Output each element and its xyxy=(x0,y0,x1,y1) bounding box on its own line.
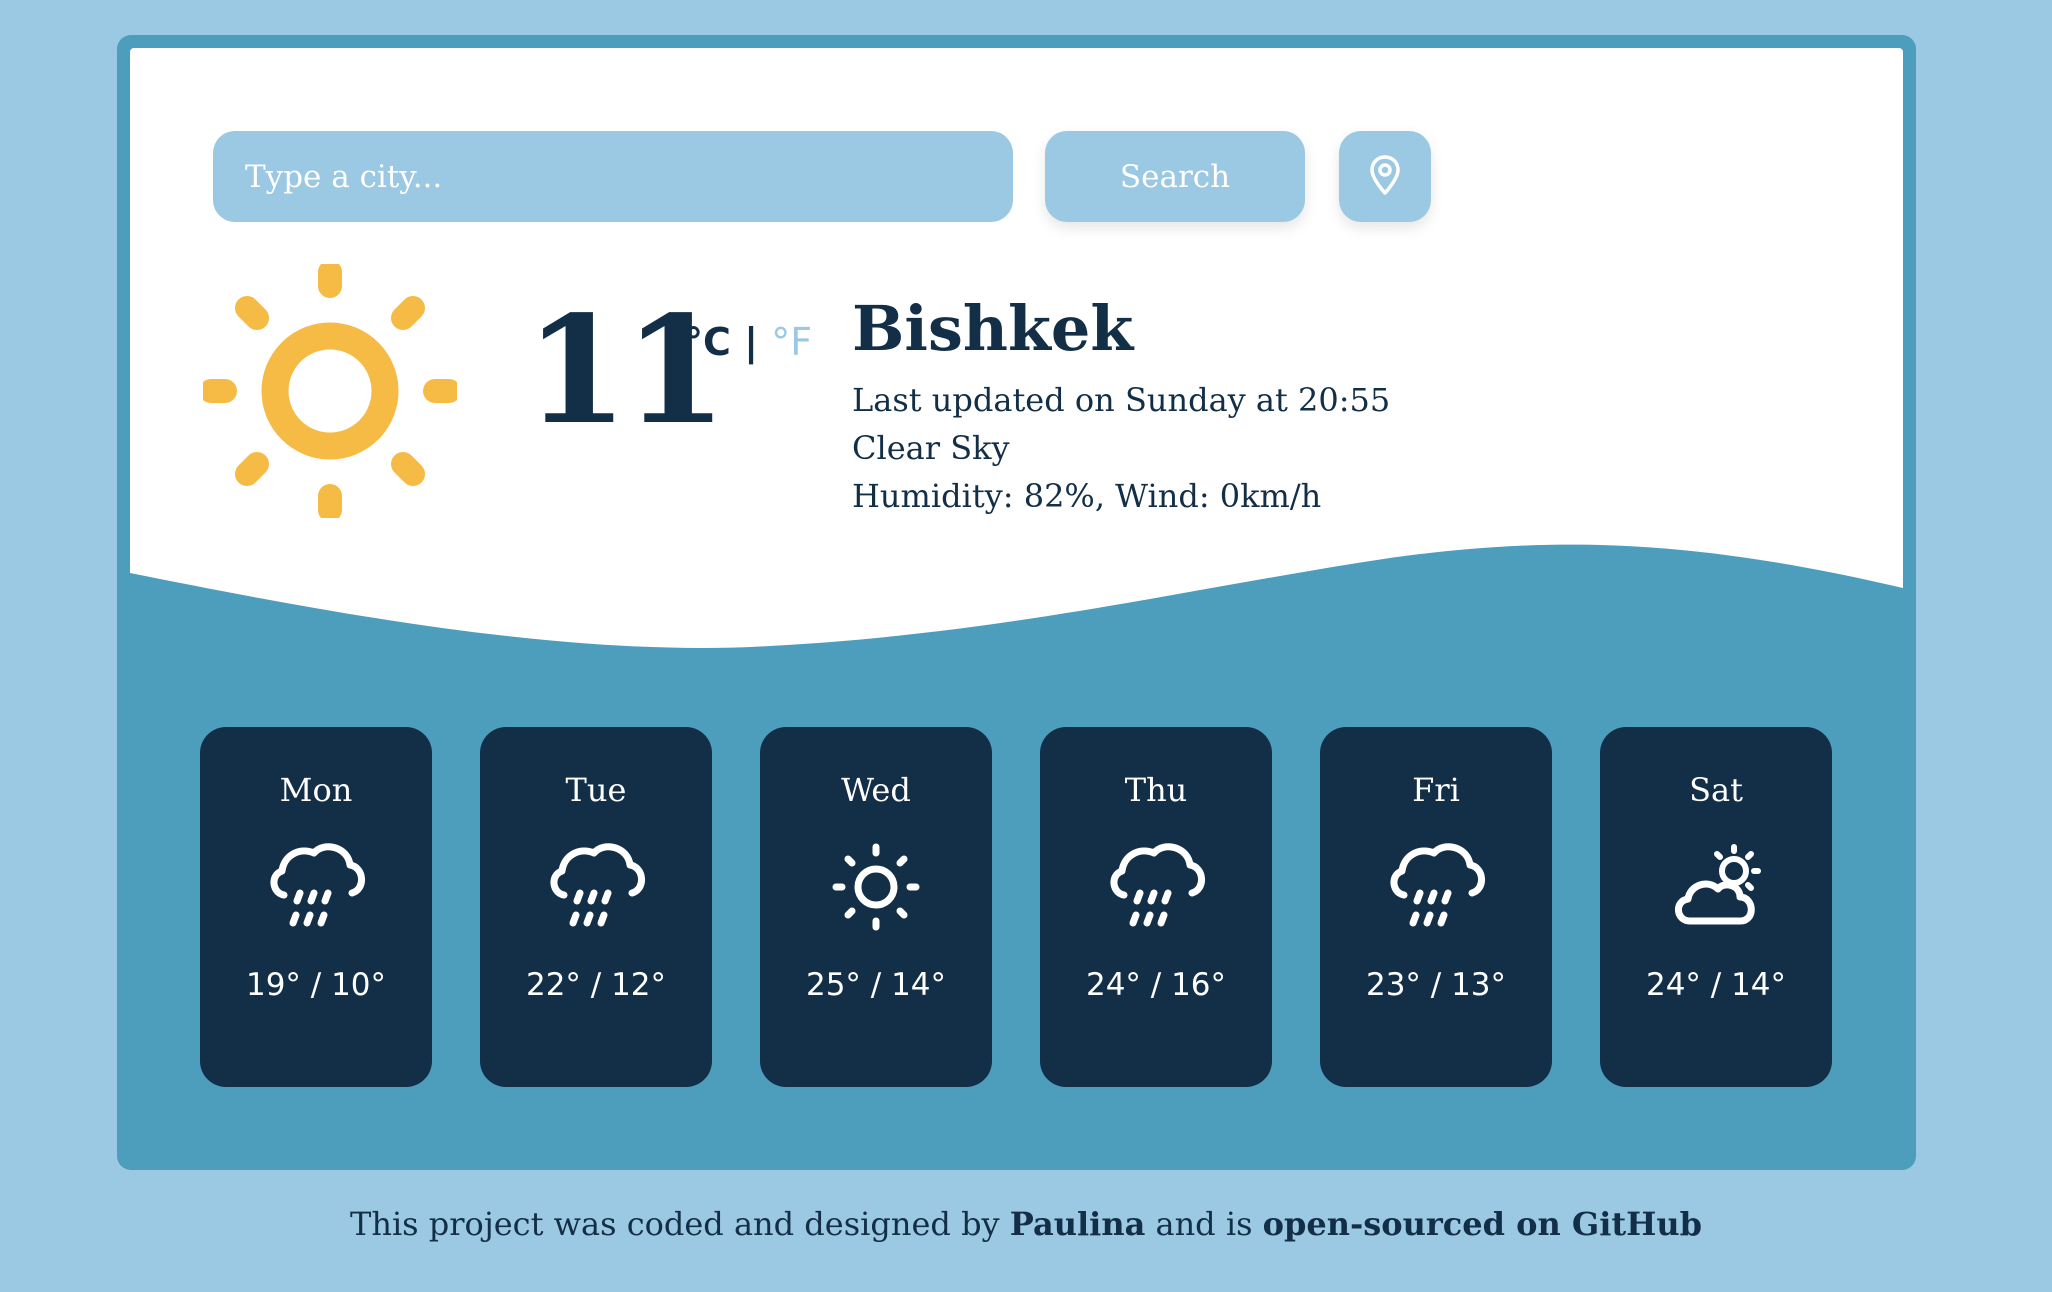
search-input[interactable] xyxy=(213,131,1013,222)
forecast-day-name: Sat xyxy=(1689,771,1743,809)
rain-icon xyxy=(1104,835,1208,939)
forecast-temps: 22° / 12° xyxy=(525,967,667,1003)
forecast-temps: 24° / 16° xyxy=(1085,967,1227,1003)
footer-prefix: This project was coded and designed by xyxy=(349,1205,1000,1243)
unit-toggle: °C | °F xyxy=(684,320,812,364)
forecast-day-name: Wed xyxy=(841,771,911,809)
rain-icon xyxy=(544,835,648,939)
footer: This project was coded and designed by P… xyxy=(0,1205,2052,1243)
forecast-day-tue: Tue 22° / 12° xyxy=(480,727,712,1087)
forecast-day-name: Mon xyxy=(279,771,353,809)
weather-details: Last updated on Sunday at 20:55 Clear Sk… xyxy=(852,376,1390,520)
unit-separator: | xyxy=(744,320,759,364)
forecast-temps: 24° / 14° xyxy=(1645,967,1787,1003)
weather-app-card: Search xyxy=(117,35,1916,1170)
github-link[interactable]: open-sourced on GitHub xyxy=(1263,1205,1702,1243)
forecast-day-wed: Wed 25° / 14° xyxy=(760,727,992,1087)
forecast-day-name: Fri xyxy=(1412,771,1460,809)
current-location-button[interactable] xyxy=(1339,131,1431,222)
weather-condition: Clear Sky xyxy=(852,429,1010,467)
search-button[interactable]: Search xyxy=(1045,131,1305,222)
author-link[interactable]: Paulina xyxy=(1010,1205,1146,1243)
forecast-day-thu: Thu 24° / 16° xyxy=(1040,727,1272,1087)
partly-cloudy-icon xyxy=(1664,835,1768,939)
forecast-day-sat: Sat 24° / 14° xyxy=(1600,727,1832,1087)
current-weather-panel: Search xyxy=(130,48,1903,688)
forecast-day-mon: Mon 19° / 10° xyxy=(200,727,432,1087)
fahrenheit-link[interactable]: °F xyxy=(771,320,812,364)
forecast-day-fri: Fri 23° / 13° xyxy=(1320,727,1552,1087)
forecast-temps: 23° / 13° xyxy=(1365,967,1507,1003)
footer-middle: and is xyxy=(1155,1205,1253,1243)
city-name: Bishkek xyxy=(852,292,1134,365)
sun-icon xyxy=(824,835,928,939)
rain-icon xyxy=(264,835,368,939)
last-updated: Last updated on Sunday at 20:55 xyxy=(852,381,1391,419)
celsius-link[interactable]: °C xyxy=(684,320,731,364)
location-pin-icon xyxy=(1368,154,1402,199)
current-temperature: 11 xyxy=(525,283,727,457)
forecast-temps: 25° / 14° xyxy=(805,967,947,1003)
rain-icon xyxy=(1384,835,1488,939)
forecast-day-name: Thu xyxy=(1124,771,1188,809)
humidity-wind: Humidity: 82%, Wind: 0km/h xyxy=(852,477,1322,515)
forecast-day-name: Tue xyxy=(565,771,627,809)
sun-icon xyxy=(199,260,461,522)
forecast-list: Mon 19° / 10° Tue 22° / 12° Wed 25° / 14… xyxy=(200,727,1832,1087)
forecast-temps: 19° / 10° xyxy=(245,967,387,1003)
